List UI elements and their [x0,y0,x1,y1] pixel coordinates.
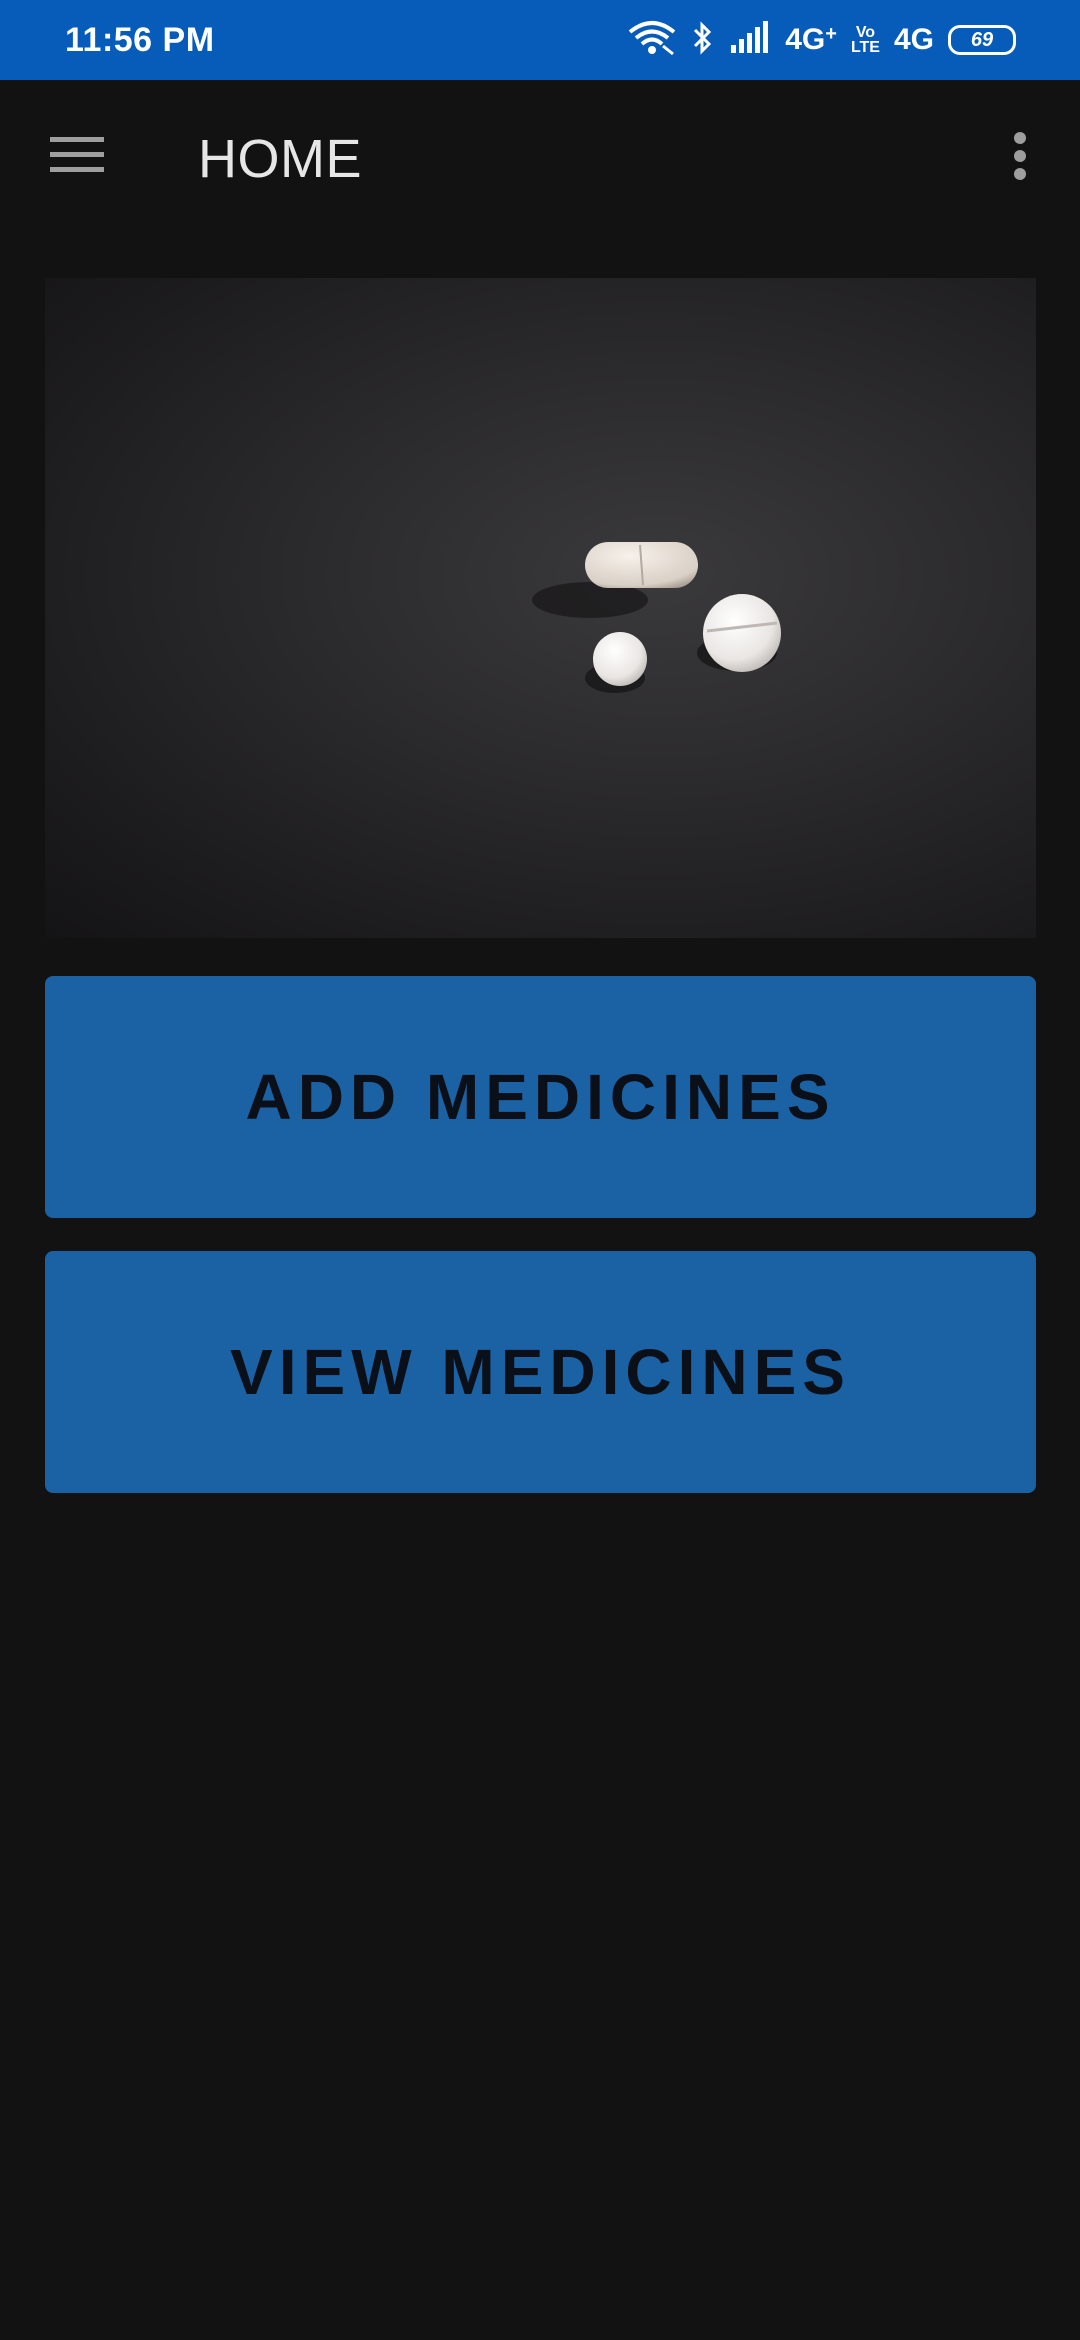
wifi-icon [627,20,677,61]
hero-image [45,278,1036,938]
battery-level: 69 [970,28,994,51]
status-bar: 11:56 PM 4G + Vo LTE 4G 69 [0,0,1080,80]
volte-indicator: Vo LTE [850,24,880,56]
volte-top: Vo [855,24,876,41]
app-bar: HOME [0,80,1080,238]
add-medicines-button[interactable]: ADD MEDICINES [45,976,1036,1218]
status-icons: 4G + Vo LTE 4G 69 [627,0,1016,80]
battery-icon: 69 [948,25,1016,55]
menu-button[interactable] [44,124,110,190]
scored-tablet-pill [703,594,781,672]
page-title: HOME [198,129,362,189]
small-round-pill [593,632,647,686]
bluetooth-icon [691,20,715,61]
hamburger-menu-icon [50,135,104,180]
volte-bottom: LTE [850,39,880,56]
network-type-1-sub: + [825,23,837,45]
pills-illustration [532,542,781,693]
capsule-pill [585,542,698,588]
network-type-2: 4G [893,23,934,56]
network-type-1: 4G [785,23,826,56]
view-medicines-button[interactable]: VIEW MEDICINES [45,1251,1036,1493]
signal-icon [729,20,771,60]
more-vert-icon [1013,131,1027,185]
status-time: 11:56 PM [65,20,215,59]
overflow-menu-button[interactable] [990,128,1050,188]
